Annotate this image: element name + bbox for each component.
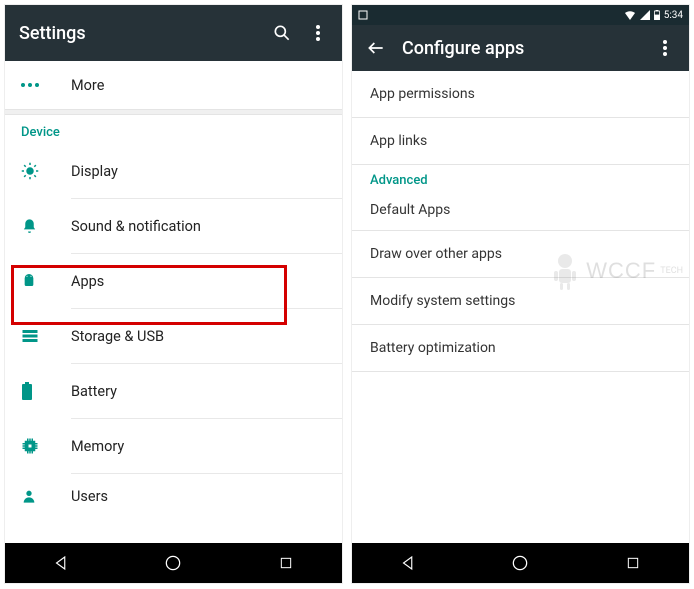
list-item-display[interactable]: Display — [5, 144, 342, 198]
recents-button[interactable] — [275, 552, 297, 574]
list-item-storage[interactable]: Storage & USB — [5, 309, 342, 363]
user-icon — [21, 488, 71, 504]
item-battery-opt[interactable]: Battery optimization — [352, 325, 689, 371]
list-item-sound[interactable]: Sound & notification — [5, 199, 342, 253]
overflow-menu-icon[interactable] — [655, 38, 675, 58]
bell-icon — [21, 217, 71, 236]
list-item-battery[interactable]: Battery — [5, 364, 342, 418]
list-item-label: More — [71, 77, 104, 94]
display-icon — [21, 162, 71, 180]
list-item-label: Display — [71, 163, 118, 180]
configure-list: App permissions App links Advanced Defau… — [352, 71, 689, 543]
item-default-apps[interactable]: Default Apps — [352, 190, 689, 230]
battery-status-icon — [654, 10, 660, 20]
item-app-links[interactable]: App links — [352, 118, 689, 164]
action-bar-configure: Configure apps — [352, 25, 689, 71]
search-icon[interactable] — [272, 23, 292, 43]
home-button[interactable] — [162, 552, 184, 574]
back-button[interactable] — [397, 552, 419, 574]
memory-icon — [21, 437, 71, 455]
wifi-icon — [624, 10, 636, 20]
list-item-label: Sound & notification — [71, 218, 201, 235]
device-subheader: Device — [5, 115, 342, 144]
status-bar: 5:34 — [352, 5, 689, 25]
android-icon — [21, 272, 71, 290]
list-item-more[interactable]: More — [5, 61, 342, 109]
storage-icon — [21, 328, 71, 344]
list-item-label: Battery — [71, 383, 117, 400]
advanced-subheader: Advanced — [352, 165, 689, 190]
list-item-label: Memory — [71, 438, 124, 455]
back-button[interactable] — [50, 552, 72, 574]
item-draw-over[interactable]: Draw over other apps — [352, 231, 689, 277]
status-time: 5:34 — [664, 10, 683, 21]
back-arrow-icon[interactable] — [366, 38, 386, 58]
navigation-bar — [352, 543, 689, 583]
divider — [352, 371, 689, 372]
list-item-apps[interactable]: Apps — [5, 254, 342, 308]
settings-screen: Settings More Device Display So — [4, 4, 343, 584]
more-icon — [21, 83, 71, 87]
list-item-label: Storage & USB — [71, 328, 164, 345]
battery-icon — [21, 382, 71, 400]
settings-list: More Device Display Sound & notification… — [5, 61, 342, 543]
recents-button[interactable] — [622, 552, 644, 574]
list-item-label: Users — [71, 488, 108, 505]
list-item-memory[interactable]: Memory — [5, 419, 342, 473]
signal-icon — [640, 10, 650, 20]
item-modify-system[interactable]: Modify system settings — [352, 278, 689, 324]
navigation-bar — [5, 543, 342, 583]
configure-apps-screen: 5:34 Configure apps App permissions App … — [351, 4, 690, 584]
list-item-users[interactable]: Users — [5, 474, 342, 518]
overflow-menu-icon[interactable] — [308, 23, 328, 43]
home-button[interactable] — [509, 552, 531, 574]
item-app-permissions[interactable]: App permissions — [352, 71, 689, 117]
list-item-label: Apps — [71, 273, 104, 290]
action-bar-settings: Settings — [5, 5, 342, 61]
page-title: Configure apps — [402, 38, 639, 59]
page-title: Settings — [19, 23, 256, 44]
screenshot-indicator-icon — [358, 10, 368, 20]
